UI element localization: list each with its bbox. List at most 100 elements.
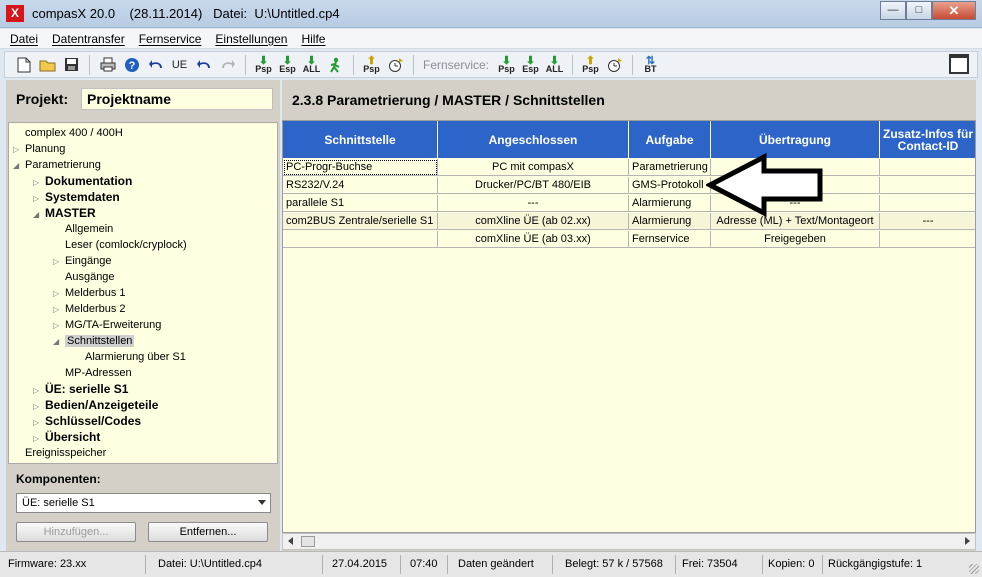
add-component-button[interactable]: Hinzufügen... xyxy=(16,522,136,542)
tree-item[interactable]: Ausgänge xyxy=(53,269,115,285)
maximize-button[interactable]: □ xyxy=(906,1,932,20)
fernservice-esp-button[interactable]: ⬇ Esp xyxy=(520,54,541,75)
components-select[interactable]: ÜE: serielle S1 xyxy=(16,493,271,513)
tree-item[interactable]: ◢ MASTER xyxy=(33,205,96,221)
close-button[interactable]: ✕ xyxy=(932,1,976,20)
tree-item[interactable]: ▷ Schlüssel/Codes xyxy=(33,413,141,429)
table-cell[interactable]: Freigegeben xyxy=(711,231,880,248)
collapse-arrow-icon[interactable]: ◢ xyxy=(33,207,45,223)
download-all-button[interactable]: ⬇ ALL xyxy=(301,54,322,75)
undo-icon[interactable] xyxy=(193,54,214,75)
table-cell[interactable]: RS232/V.24 xyxy=(283,177,438,194)
table-cell[interactable]: comXline ÜE (ab 02.xx) xyxy=(438,213,629,230)
clock-icon[interactable] xyxy=(385,54,406,75)
ue-button[interactable]: UE xyxy=(169,54,190,75)
column-header[interactable]: Zusatz-Infos für Contact-ID xyxy=(880,121,975,158)
column-header[interactable]: Aufgabe xyxy=(629,121,711,158)
save-icon[interactable] xyxy=(61,54,82,75)
table-cell[interactable] xyxy=(880,177,975,194)
horizontal-scrollbar[interactable] xyxy=(282,533,976,550)
expand-arrow-icon[interactable]: ▷ xyxy=(13,142,25,158)
table-cell[interactable]: PC-Progr-Buchse xyxy=(283,159,438,176)
tree-item[interactable]: Leser (comlock/cryplock) xyxy=(53,237,187,253)
fernservice-all-button[interactable]: ⬇ ALL xyxy=(544,54,565,75)
tree-item-label: Bedien/Anzeigeteile xyxy=(45,398,159,412)
table-cell[interactable]: Parametrierung xyxy=(629,159,711,176)
collapse-arrow-icon[interactable]: ◢ xyxy=(53,334,65,350)
table-cell[interactable]: Fernservice xyxy=(629,231,711,248)
new-file-icon[interactable] xyxy=(13,54,34,75)
scroll-thumb[interactable] xyxy=(301,536,315,547)
table-cell[interactable]: PC mit compasX xyxy=(438,159,629,176)
minimize-button[interactable]: — xyxy=(880,1,906,20)
column-header[interactable]: Schnittstelle xyxy=(283,121,438,158)
bt-button[interactable]: ⇅ BT xyxy=(640,54,661,75)
tree-item[interactable]: ▷ Bedien/Anzeigeteile xyxy=(33,397,158,413)
table-cell[interactable]: Alarmierung xyxy=(629,213,711,230)
expand-arrow-icon[interactable]: ▷ xyxy=(53,254,65,270)
tree-item[interactable]: ◢ Schnittstellen xyxy=(53,333,135,350)
redo-icon[interactable] xyxy=(217,54,238,75)
fernservice-upload-psp-button[interactable]: ⬆ Psp xyxy=(580,54,601,75)
tree-item[interactable]: ▷ ÜE: serielle S1 xyxy=(33,381,128,397)
table-cell[interactable] xyxy=(880,159,975,176)
open-folder-icon[interactable] xyxy=(37,54,58,75)
table-cell[interactable]: comXline ÜE (ab 03.xx) xyxy=(438,231,629,248)
tree-item[interactable]: ▷ Melderbus 1 xyxy=(53,285,126,301)
remove-component-button[interactable]: Entfernen... xyxy=(148,522,268,542)
expand-arrow-icon[interactable]: ▷ xyxy=(53,286,65,302)
tree-item[interactable]: ▷ Dokumentation xyxy=(33,173,132,189)
print-icon[interactable] xyxy=(97,54,118,75)
expand-arrow-icon[interactable]: ▷ xyxy=(53,318,65,334)
fernservice-clock-icon[interactable] xyxy=(604,54,625,75)
scroll-left-icon[interactable] xyxy=(288,537,293,545)
fernservice-psp-button[interactable]: ⬇ Psp xyxy=(496,54,517,75)
help-icon[interactable]: ? xyxy=(121,54,142,75)
menu-datei[interactable]: Datei xyxy=(10,32,38,46)
table-cell[interactable] xyxy=(880,195,975,212)
menu-einstellungen[interactable]: Einstellungen xyxy=(215,32,287,46)
window-layout-icon[interactable] xyxy=(949,54,969,74)
table-cell[interactable] xyxy=(283,231,438,248)
left-panel: Projekt: Projektname complex 400 / 400H ▷… xyxy=(6,80,280,551)
menu-bar: Datei Datentransfer Fernservice Einstell… xyxy=(0,29,982,49)
menu-hilfe[interactable]: Hilfe xyxy=(301,32,325,46)
tree-item[interactable]: Allgemein xyxy=(53,221,113,237)
scroll-right-icon[interactable] xyxy=(965,537,970,545)
download-esp-button[interactable]: ⬇ Esp xyxy=(277,54,298,75)
tree-item[interactable]: Alarmierung über S1 xyxy=(73,349,186,365)
tree-item[interactable]: MP-Adressen xyxy=(53,365,132,381)
tree-item[interactable]: ▷ Melderbus 2 xyxy=(53,301,126,317)
table-cell[interactable]: Alarmierung xyxy=(629,195,711,212)
undo-ue-icon[interactable] xyxy=(145,54,166,75)
upload-psp-button[interactable]: ⬆ Psp xyxy=(361,54,382,75)
tree-item[interactable]: ▷ MG/TA-Erweiterung xyxy=(53,317,161,333)
resize-grip-icon[interactable] xyxy=(969,564,979,574)
tree-item-label: Dokumentation xyxy=(45,174,133,188)
table-cell[interactable]: GMS-Protokoll xyxy=(629,177,711,194)
tree-item[interactable]: ◢ Parametrierung xyxy=(13,157,101,173)
tree-item[interactable]: ▷ Systemdaten xyxy=(33,189,120,205)
table-cell[interactable]: --- xyxy=(438,195,629,212)
table-cell[interactable]: parallele S1 xyxy=(283,195,438,212)
run-icon[interactable] xyxy=(325,54,346,75)
tree-item[interactable]: ▷ Übersicht xyxy=(33,429,100,445)
project-name-field[interactable]: Projektname xyxy=(81,88,273,110)
tree-item-label: Schnittstellen xyxy=(65,335,135,347)
tree-item-label: Übersicht xyxy=(45,430,101,444)
tree-item[interactable]: Ereignisspeicher xyxy=(13,445,106,461)
menu-fernservice[interactable]: Fernservice xyxy=(139,32,202,46)
tree-item[interactable]: ▷ Eingänge xyxy=(53,253,112,269)
expand-arrow-icon[interactable]: ▷ xyxy=(53,302,65,318)
column-header[interactable]: Angeschlossen xyxy=(438,121,629,158)
table-cell[interactable]: Drucker/PC/BT 480/EIB xyxy=(438,177,629,194)
table-cell[interactable]: com2BUS Zentrale/serielle S1 xyxy=(283,213,438,230)
table-cell[interactable] xyxy=(880,231,975,248)
menu-datentransfer[interactable]: Datentransfer xyxy=(52,32,125,46)
table-cell[interactable]: --- xyxy=(880,213,975,230)
tree-item[interactable]: ▷ Planung xyxy=(13,141,65,157)
tree-item[interactable]: complex 400 / 400H xyxy=(13,125,123,141)
collapse-arrow-icon[interactable]: ◢ xyxy=(13,158,25,174)
status-bar: Firmware: 23.xx Datei: U:\Untitled.cp4 2… xyxy=(0,551,982,577)
download-psp-button[interactable]: ⬇ Psp xyxy=(253,54,274,75)
